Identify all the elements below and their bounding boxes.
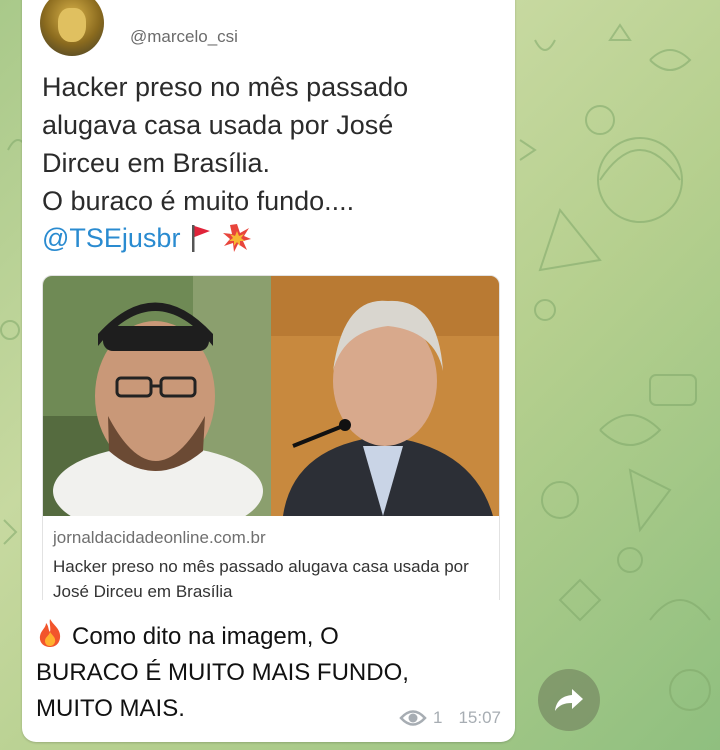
tweet-mention-row: @TSEjusbr: [42, 220, 252, 256]
caption-line: BURACO É MUITO MAIS FUNDO,: [36, 659, 409, 686]
tweet-line: Hacker preso no mês passado: [42, 72, 409, 102]
share-button[interactable]: [538, 669, 600, 731]
fire-icon: [39, 619, 61, 647]
tweet-mention: @TSEjusbr: [42, 222, 181, 253]
link-headline: Hacker preso no mês passado alugava casa…: [53, 557, 469, 600]
tweet-line: alugava casa usada por José: [42, 110, 394, 140]
message-bubble: @marcelo_csi Hacker preso no mês passado…: [22, 0, 515, 742]
tweet-screenshot: @marcelo_csi Hacker preso no mês passado…: [22, 0, 515, 600]
tweet-line: Dirceu em Brasília.: [42, 148, 271, 178]
collision-icon: [223, 224, 252, 252]
tweet-text: Hacker preso no mês passado alugava casa…: [42, 68, 502, 220]
link-preview-image: [43, 276, 499, 516]
link-preview-card[interactable]: jornaldacidadeonline.com.br Hacker preso…: [42, 275, 500, 600]
link-domain: jornaldacidadeonline.com.br: [53, 528, 266, 547]
message-meta: 1 15:07: [399, 708, 501, 728]
caption-line: Como dito na imagem, O: [72, 623, 339, 650]
red-flag-icon: [192, 225, 211, 252]
share-arrow-icon: [555, 689, 583, 711]
view-count: 1: [432, 708, 443, 727]
eye-icon: [399, 710, 427, 726]
message-time: 15:07: [458, 708, 501, 727]
tweet-handle: @marcelo_csi: [130, 27, 238, 46]
avatar: [40, 0, 104, 56]
tweet-line: O buraco é muito fundo....: [42, 186, 355, 216]
